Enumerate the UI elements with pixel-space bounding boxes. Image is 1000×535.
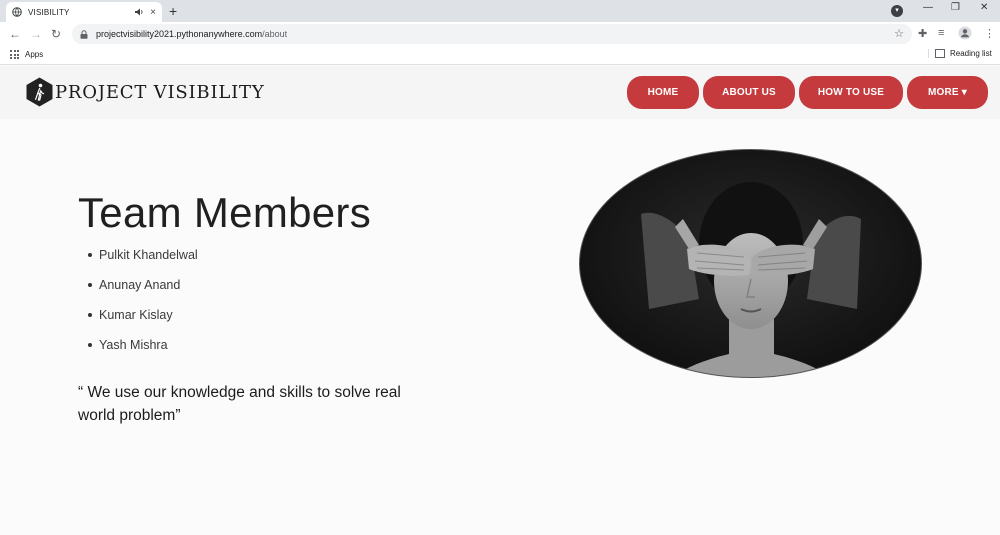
blindfolded-woman-photo xyxy=(579,149,922,378)
reading-list-icon xyxy=(935,49,945,58)
nav-how-to-use-button[interactable]: HOW TO USE xyxy=(799,76,903,109)
profile-avatar-icon[interactable] xyxy=(958,26,972,40)
walking-person-logo-icon xyxy=(26,77,53,107)
about-section: Team Members Pulkit Khandelwal Anunay An… xyxy=(0,119,1000,535)
team-member-list: Pulkit Khandelwal Anunay Anand Kumar Kis… xyxy=(88,248,198,368)
window-close-icon[interactable]: ✕ xyxy=(980,2,988,13)
nav-about-us-button[interactable]: ABOUT US xyxy=(703,76,795,109)
team-member-item: Yash Mishra xyxy=(88,338,198,368)
mission-quote: “ We use our knowledge and skills to sol… xyxy=(78,384,401,424)
apps-shortcut[interactable]: Apps xyxy=(10,50,43,59)
url-host: projectvisibility2021.pythonanywhere.com xyxy=(96,29,263,39)
team-member-item: Pulkit Khandelwal xyxy=(88,248,198,278)
tab-close-icon[interactable]: × xyxy=(150,7,156,18)
globe-icon xyxy=(12,7,22,17)
restore-icon[interactable]: ❐ xyxy=(951,2,960,13)
browser-tab-strip: VISIBILITY × + ▾ — ❐ ✕ xyxy=(0,0,1000,22)
forward-icon[interactable]: → xyxy=(30,27,42,41)
minimize-icon[interactable]: — xyxy=(923,2,933,13)
site-header: PROJECT VISIBILITY HOME ABOUT US HOW TO … xyxy=(0,66,1000,119)
browser-menu-icon[interactable]: ⋮ xyxy=(984,27,995,40)
reading-list-button[interactable]: Reading list xyxy=(928,49,992,58)
bookmarks-bar: Apps Reading list xyxy=(0,46,1000,65)
address-bar[interactable]: projectvisibility2021.pythonanywhere.com… xyxy=(72,24,912,44)
tab-search-icon[interactable]: ▾ xyxy=(891,5,903,17)
apps-label: Apps xyxy=(25,50,44,59)
reload-icon[interactable]: ↻ xyxy=(51,27,61,41)
browser-toolbar: ← → ↻ projectvisibility2021.pythonanywhe… xyxy=(0,22,1000,46)
back-icon[interactable]: ← xyxy=(9,27,21,41)
tab-title: VISIBILITY xyxy=(28,7,70,17)
team-member-item: Anunay Anand xyxy=(88,278,198,308)
new-tab-button[interactable]: + xyxy=(169,3,177,19)
lock-icon[interactable] xyxy=(80,29,88,39)
media-controls-icon[interactable]: ≡ xyxy=(938,27,944,39)
browser-tab[interactable]: VISIBILITY × xyxy=(6,2,162,22)
reading-list-label: Reading list xyxy=(950,49,992,58)
nav-home-button[interactable]: HOME xyxy=(627,76,699,109)
speaker-icon[interactable] xyxy=(134,7,144,17)
extensions-icon[interactable]: ✚ xyxy=(918,27,927,40)
nav-more-dropdown[interactable]: MORE ▾ xyxy=(907,76,988,109)
brand-logo-link[interactable]: PROJECT VISIBILITY xyxy=(26,77,265,107)
team-member-item: Kumar Kislay xyxy=(88,308,198,338)
apps-grid-icon xyxy=(10,50,19,59)
bookmark-star-icon[interactable]: ☆ xyxy=(894,27,904,40)
url-path: /about xyxy=(262,29,288,39)
brand-name: PROJECT VISIBILITY xyxy=(55,81,265,103)
page-title: Team Members xyxy=(78,189,372,236)
